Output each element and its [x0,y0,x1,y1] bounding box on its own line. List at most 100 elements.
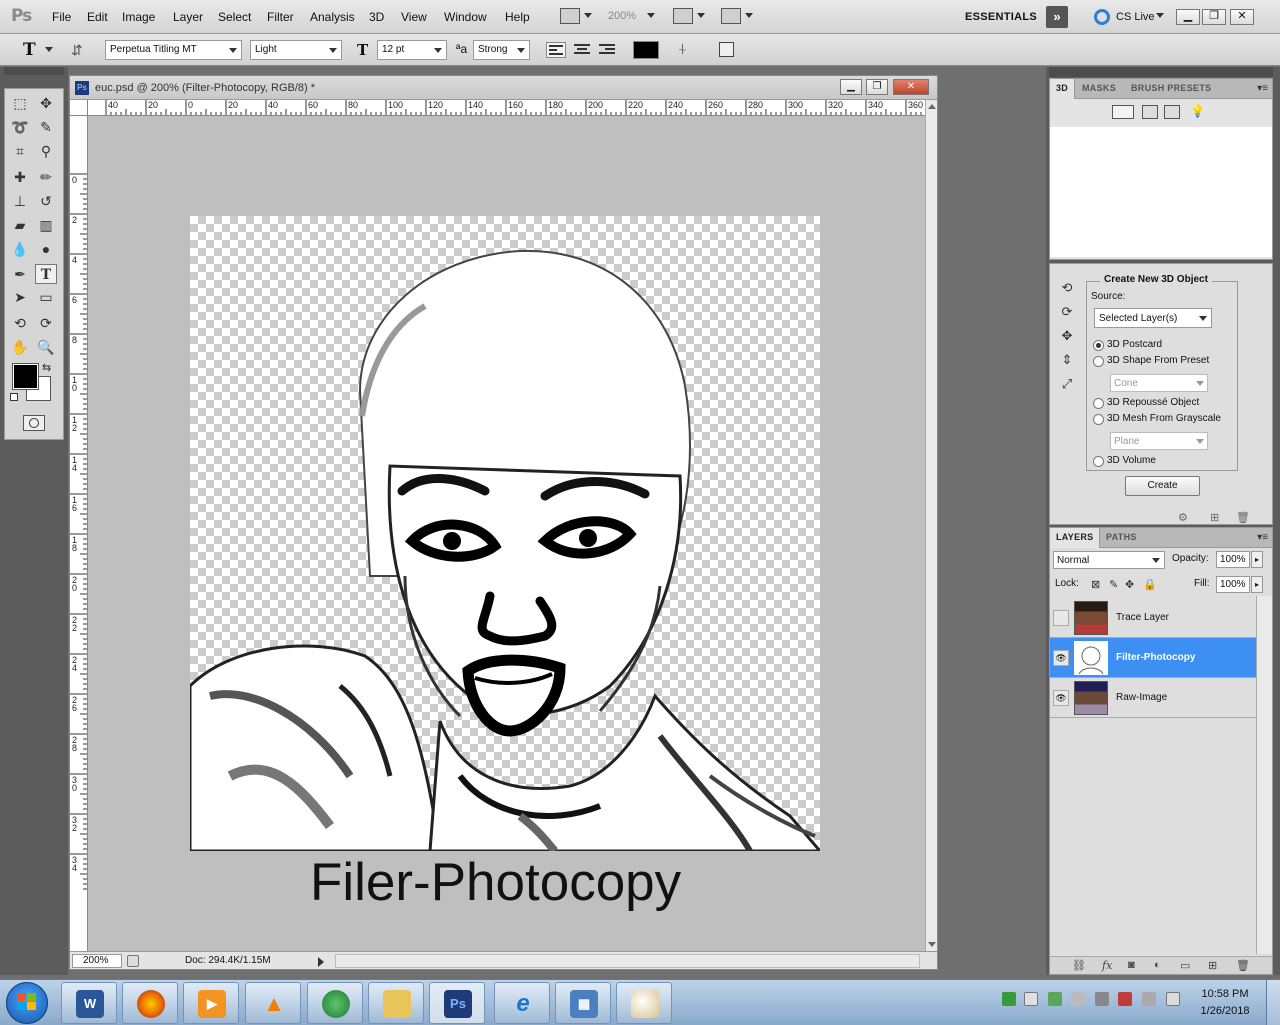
arrange-documents-icon[interactable] [673,8,693,24]
clock-date[interactable]: 1/26/2018 [1198,1005,1252,1017]
path-selection-tool-icon[interactable]: ➤ [9,287,31,307]
taskbar-file-explorer[interactable] [368,982,424,1024]
status-zoom-field[interactable]: 200% [72,954,122,968]
foreground-color-swatch[interactable] [12,363,39,390]
radio-3d-volume[interactable] [1093,456,1104,467]
new-light-icon[interactable]: ⊞ [1210,511,1219,524]
zoom-tool-icon[interactable]: 🔍 [35,337,57,357]
taskbar-word[interactable]: W [61,982,117,1024]
history-brush-tool-icon[interactable]: ↺ [35,191,57,211]
quick-mask-button[interactable] [23,415,45,431]
marquee-tool-icon[interactable]: ⬚ [9,93,31,113]
text-color-swatch[interactable] [633,41,659,59]
vertical-ruler[interactable]: 0 2 4 6 8 10 12 14 16 18 20 22 24 26 28 30 32 34 [70,116,88,951]
tray-device-icon[interactable] [1142,992,1156,1006]
option-3d-mesh-grayscale[interactable]: 3D Mesh From Grayscale [1107,413,1221,424]
clock-time[interactable]: 10:58 PM [1198,988,1252,1000]
blur-tool-icon[interactable]: 💧 [9,239,31,259]
layer-row-trace[interactable]: Trace Layer [1050,598,1256,638]
3d-object-pan-icon[interactable]: ✥ [1056,328,1078,346]
delete-icon[interactable]: 🗑 [1236,511,1250,524]
3d-rotate-tool-icon[interactable]: ⟲ [9,313,31,333]
menu-filter[interactable]: Filter [267,10,294,24]
horizontal-ruler[interactable]: 40 20 0 20 40 60 80 100 120 140 160 180 200 220 240 260… [88,100,937,116]
align-right-button[interactable] [597,42,617,58]
opacity-field[interactable]: 100% [1216,551,1250,568]
blend-mode-select[interactable]: Normal [1053,551,1165,569]
tab-3d[interactable]: 3D [1050,79,1076,99]
adjustment-layer-icon[interactable]: ◐ [1154,959,1161,971]
radio-3d-mesh-grayscale[interactable] [1093,414,1104,425]
3d-object-rotate-icon[interactable]: ⟲ [1056,280,1078,298]
workspace-switcher[interactable]: ESSENTIALS [965,11,1037,23]
delete-layer-icon[interactable]: 🗑 [1236,959,1250,972]
move-tool-icon[interactable]: ✥ [35,93,57,113]
menu-analysis[interactable]: Analysis [310,10,355,24]
align-center-button[interactable] [572,42,592,58]
fill-slider-arrow-icon[interactable]: ▸ [1251,576,1263,593]
panel-menu-icon[interactable]: ▾≡ [1257,83,1268,94]
toolbox-header[interactable] [4,67,64,75]
chevron-down-icon[interactable] [1156,13,1164,18]
ruler-origin[interactable] [70,100,88,116]
status-menu-arrow-icon[interactable] [318,957,324,967]
taskbar-media-center[interactable] [307,982,363,1024]
type-tool-preset-icon[interactable]: T [23,40,36,60]
layer-name[interactable]: Filter-Photocopy [1116,652,1195,663]
pen-tool-icon[interactable]: ✒ [9,264,31,284]
3d-object-scale-icon[interactable]: ⤢ [1056,376,1078,394]
menu-file[interactable]: File [52,10,71,24]
show-desktop-button[interactable] [1266,980,1280,1025]
chevron-down-icon[interactable] [697,13,705,18]
close-button[interactable]: ✕ [1230,9,1254,25]
eyedropper-tool-icon[interactable]: ⚲ [35,141,57,161]
clone-stamp-tool-icon[interactable]: ⊥ [9,191,31,211]
font-family-select[interactable]: Perpetua Titling MT [105,40,242,60]
visibility-off-icon[interactable] [1053,610,1069,626]
canvas-area[interactable]: Filer-Photocopy [88,116,925,951]
taskbar-photoshop[interactable]: Ps [429,982,485,1024]
menu-edit[interactable]: Edit [87,10,108,24]
document-close-button[interactable]: ✕ [893,79,929,95]
option-3d-postcard[interactable]: 3D Postcard [1107,339,1162,350]
quick-selection-tool-icon[interactable]: ✎ [35,117,57,137]
layer-row-filter-photocopy[interactable]: 👁 Filter-Photocopy [1050,638,1256,678]
panel-dock-header[interactable] [1049,67,1273,77]
taskbar-media-player[interactable]: ▶ [183,982,239,1024]
bridge-icon[interactable] [560,8,580,24]
option-3d-volume[interactable]: 3D Volume [1107,455,1156,466]
tray-network-icon[interactable] [1048,992,1062,1006]
lock-image-icon[interactable]: ✎ [1109,578,1118,591]
align-left-button[interactable] [546,42,566,58]
mesh-select[interactable]: Plane [1110,432,1208,450]
swap-colors-icon[interactable]: ⇆ [42,361,51,374]
layer-name[interactable]: Raw-Image [1116,692,1167,703]
3d-object-roll-icon[interactable]: ⟳ [1056,304,1078,322]
taskbar-paint[interactable] [616,982,672,1024]
hand-tool-icon[interactable]: ✋ [9,337,31,357]
status-export-icon[interactable] [127,955,139,967]
tab-masks[interactable]: MASKS [1082,83,1116,93]
lock-all-icon[interactable]: 🔒 [1143,578,1157,591]
link-layers-icon[interactable]: ⛓ [1072,959,1086,972]
dodge-tool-icon[interactable]: ● [35,239,57,259]
document-title-bar[interactable]: Ps euc.psd @ 200% (Filter-Photocopy, RGB… [70,76,937,100]
restore-button[interactable]: ❐ [1202,9,1226,25]
menu-3d[interactable]: 3D [369,10,384,24]
layer-row-raw-image[interactable]: 👁 Raw-Image [1050,678,1256,718]
scroll-up-icon[interactable] [928,104,936,109]
eraser-tool-icon[interactable]: ▰ [9,215,31,235]
menu-view[interactable]: View [401,10,427,24]
minimize-button[interactable]: ▁ [1176,9,1200,25]
taskbar-internet-explorer[interactable]: e [494,982,550,1024]
taskbar-vlc[interactable]: ▲ [245,982,301,1024]
tray-app-icon[interactable] [1002,992,1016,1006]
radio-3d-shape-preset[interactable] [1093,356,1104,367]
fill-field[interactable]: 100% [1216,576,1250,593]
tab-paths[interactable]: PATHS [1106,532,1137,542]
mesh-filter-icon[interactable] [1142,105,1158,119]
horizontal-scrollbar[interactable] [335,954,920,968]
create-button[interactable]: Create [1125,476,1200,496]
character-panel-icon[interactable] [719,42,734,57]
screen-mode-icon[interactable] [721,8,741,24]
